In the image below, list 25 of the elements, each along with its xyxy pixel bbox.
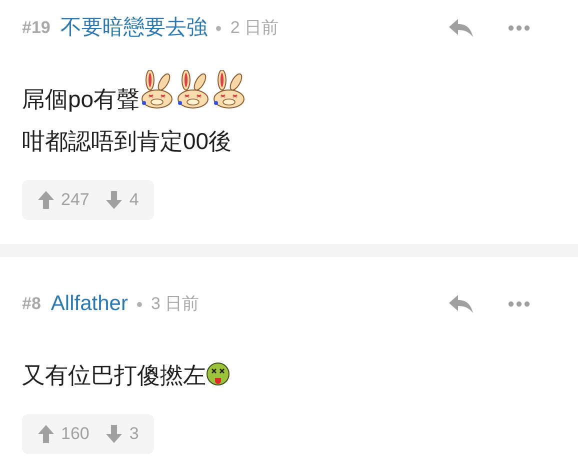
bunny-emoticon: [212, 70, 246, 110]
floor-number: #19: [22, 17, 50, 40]
down-arrow-icon: [105, 424, 124, 444]
upvote-button[interactable]: 160: [37, 421, 90, 447]
up-arrow-icon: [37, 424, 55, 444]
comment-text: 咁都認唔到肯定00後: [22, 127, 232, 156]
reply-icon: [448, 294, 474, 314]
bunny-emoticon: [176, 70, 210, 110]
author-link[interactable]: Allfather: [50, 288, 128, 320]
reply-icon: [448, 18, 474, 38]
comment-text: 又有位巴打傻撚左: [22, 361, 206, 390]
down-arrow-icon: [105, 190, 124, 210]
post-time: 3 日前: [150, 293, 200, 316]
bunny-emoticon: [140, 70, 174, 110]
author-link[interactable]: 不要暗戀要去強: [60, 12, 208, 44]
floor-number: #8: [22, 293, 41, 316]
upvote-button[interactable]: 247: [37, 187, 90, 213]
sick-face-emoticon: [206, 362, 230, 386]
comment-text: 屌個po有聲: [22, 85, 140, 114]
more-icon: [508, 25, 530, 31]
more-icon: [508, 301, 530, 307]
downvote-button[interactable]: 3: [105, 421, 139, 447]
post-time: 2 日前: [230, 17, 279, 40]
downvote-button[interactable]: 4: [105, 187, 139, 213]
up-arrow-icon: [37, 190, 55, 210]
